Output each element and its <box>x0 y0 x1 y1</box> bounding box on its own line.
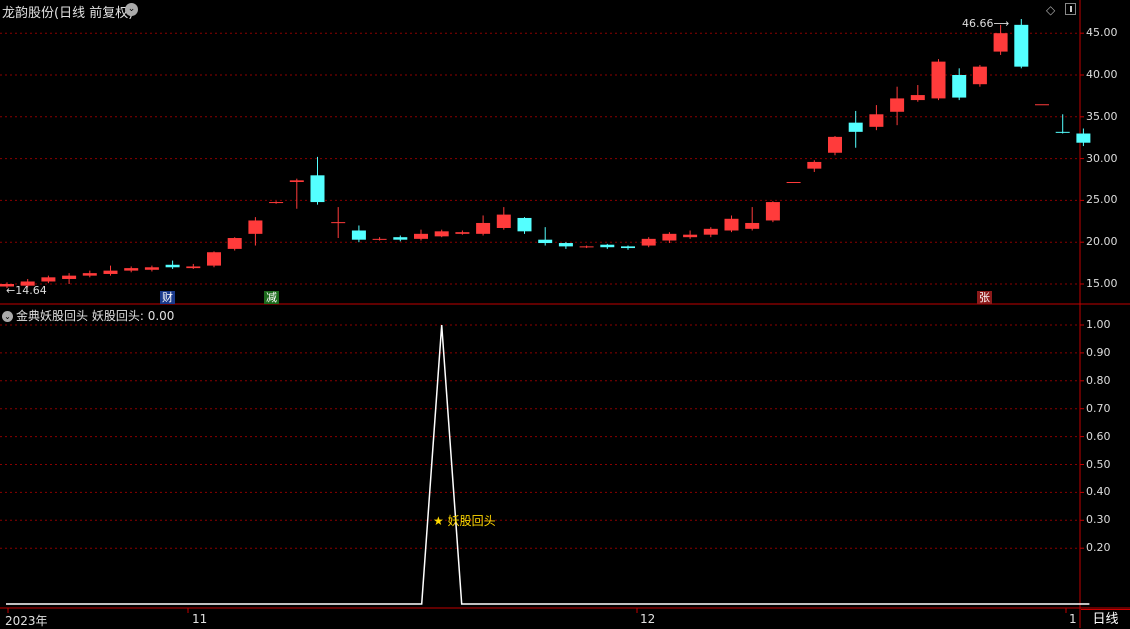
candle-body <box>269 202 284 204</box>
candle-body <box>786 182 801 184</box>
candle-body <box>558 243 573 247</box>
candle-body <box>703 228 718 235</box>
finance-tag[interactable]: 财 <box>160 291 175 304</box>
signal-label: ★ 妖股回头 <box>433 514 496 528</box>
candle-body <box>393 237 408 240</box>
candle-body <box>641 238 656 246</box>
candle-body <box>724 218 739 231</box>
candle-body <box>517 217 532 232</box>
panel-toggle-icon[interactable] <box>1065 3 1076 15</box>
page-title: 龙韵股份(日线 前复权) <box>2 6 134 21</box>
candle-body <box>848 122 863 132</box>
candle-body <box>455 232 470 234</box>
candle-body <box>103 270 118 274</box>
date-label: 2023年 <box>5 614 48 628</box>
chevron-down-icon[interactable]: ⌄ <box>2 311 13 322</box>
reduce-tag[interactable]: 减 <box>264 291 279 304</box>
high-price-label: 46.66⟶ <box>962 17 1010 30</box>
price-tick-label: 45.00 <box>1086 26 1118 40</box>
candle-body <box>993 33 1008 52</box>
indicator-value: 妖股回头: 0.00 <box>91 309 175 323</box>
indicator-tick-label: 0.30 <box>1086 513 1111 527</box>
candle-body <box>496 214 511 228</box>
candle-body <box>227 238 242 249</box>
price-tick-label: 20.00 <box>1086 235 1118 249</box>
candle-body <box>869 114 884 127</box>
candle-body <box>62 275 77 279</box>
period-tab-daily[interactable]: 日线 <box>1081 609 1130 629</box>
candle-body <box>621 246 635 249</box>
candle-body <box>41 277 56 282</box>
candle-body <box>910 95 925 101</box>
candle-body <box>765 202 780 221</box>
indicator-tick-label: 1.00 <box>1086 318 1111 331</box>
candle-body <box>890 98 905 112</box>
candle-body <box>538 239 553 244</box>
price-tick-label: 15.00 <box>1086 277 1118 290</box>
date-label: 1 <box>1069 612 1077 626</box>
candle-body <box>165 264 180 268</box>
candle-body <box>662 233 677 241</box>
date-label: 11 <box>192 612 208 626</box>
price-tick-label: 40.00 <box>1086 68 1118 81</box>
indicator-tick-label: 0.40 <box>1086 485 1111 499</box>
indicator-tick-label: 0.60 <box>1086 429 1111 443</box>
price-tick-label: 30.00 <box>1086 151 1118 165</box>
candle-body <box>952 75 967 98</box>
price-tick-label: 25.00 <box>1086 193 1118 207</box>
candle-body <box>1035 104 1049 106</box>
candle-body <box>124 268 139 271</box>
candle-body <box>683 234 698 238</box>
candle-body <box>579 246 594 248</box>
candle-body <box>82 273 97 276</box>
rise-tag[interactable]: 张 <box>977 291 992 304</box>
star-icon: ★ <box>433 514 444 528</box>
indicator-title: 金典妖股回头 <box>16 309 89 323</box>
candle-body <box>1055 131 1070 133</box>
candle-body <box>745 222 760 229</box>
date-label: 12 <box>640 612 656 626</box>
candle-body <box>248 220 263 234</box>
indicator-tick-label: 0.50 <box>1086 457 1111 471</box>
indicator-tick-label: 0.80 <box>1086 373 1111 387</box>
candle-body <box>828 136 842 153</box>
candle-body <box>310 175 325 203</box>
diamond-icon[interactable]: ◇ <box>1046 3 1055 17</box>
price-tick-label: 35.00 <box>1086 109 1118 123</box>
chevron-down-icon[interactable]: ⌄ <box>125 3 138 16</box>
candle-body <box>972 66 987 85</box>
candle-body <box>807 161 822 169</box>
candle-body <box>600 244 615 248</box>
low-price-label: ←14.64 <box>6 284 47 297</box>
candle-body <box>351 230 366 240</box>
candle-body <box>1076 133 1091 143</box>
indicator-tick-label: 0.20 <box>1086 541 1111 555</box>
indicator-tick-label: 0.70 <box>1086 401 1111 415</box>
candle-body <box>207 252 221 266</box>
candle-body <box>476 222 491 234</box>
candle-body <box>931 61 946 99</box>
candle-body <box>144 267 159 270</box>
candle-body <box>289 180 304 183</box>
candle-body <box>1014 24 1029 67</box>
candle-body <box>186 266 201 269</box>
indicator-tick-label: 0.90 <box>1086 345 1111 359</box>
candle-body <box>331 222 346 224</box>
indicator-header[interactable]: ⌄ 金典妖股回头 妖股回头: 0.00 <box>2 307 174 324</box>
candle-body <box>414 233 428 239</box>
candle-body <box>434 231 449 237</box>
candle-body <box>372 238 387 240</box>
